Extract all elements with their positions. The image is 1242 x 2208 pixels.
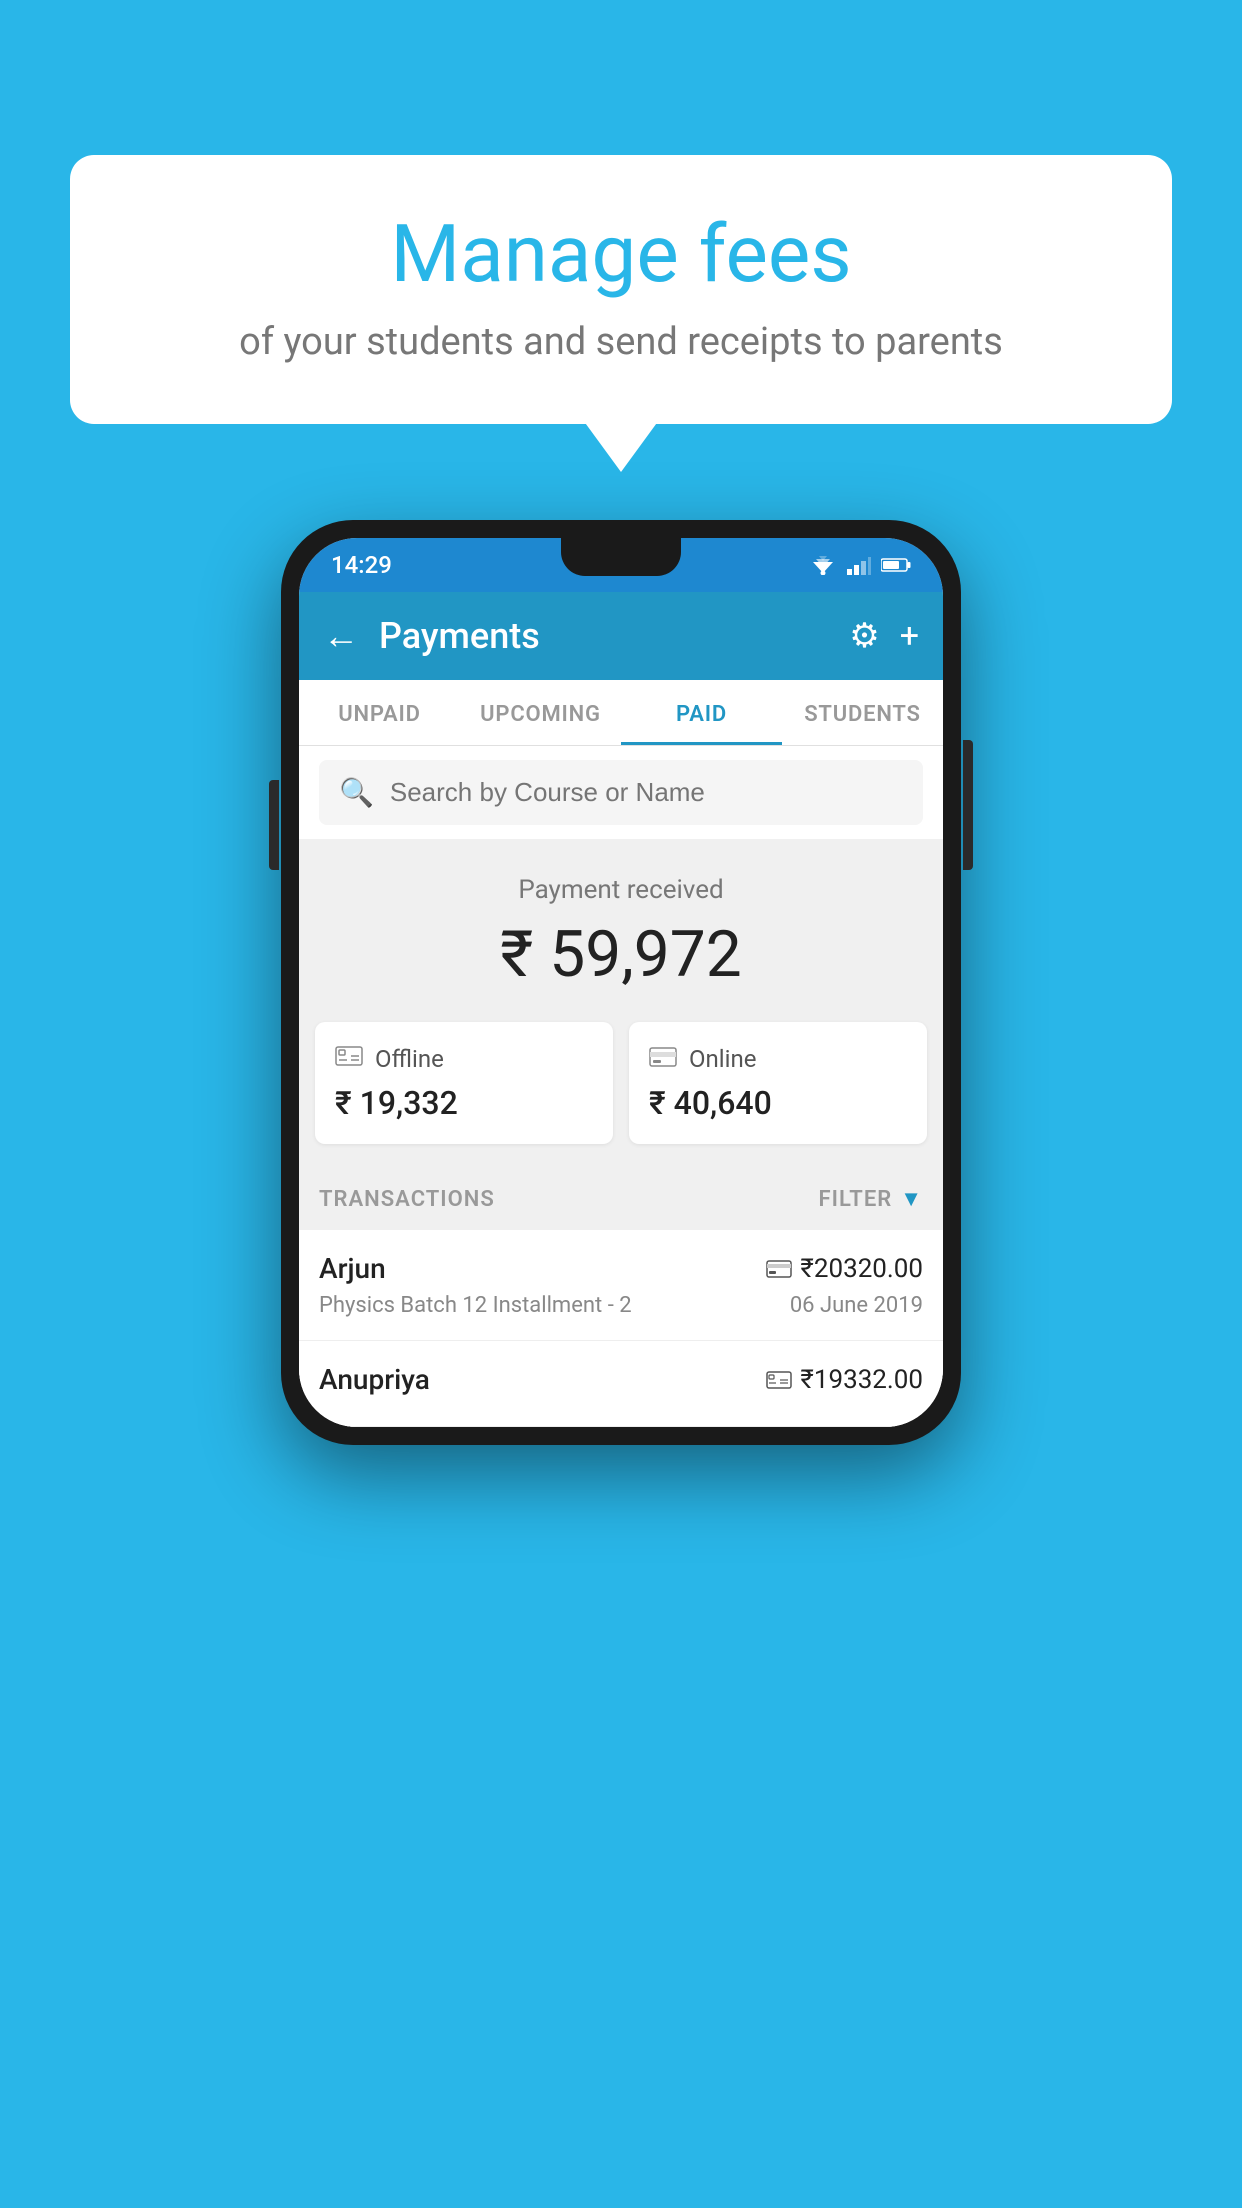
payment-cards: Offline ₹ 19,332 <box>299 1022 943 1168</box>
phone-screen: 14:29 <box>299 538 943 1427</box>
transaction-list: Arjun ₹20320.00 Physics <box>299 1230 943 1427</box>
search-input[interactable] <box>390 777 903 808</box>
payment-received-label: Payment received <box>319 875 923 905</box>
offline-amount: ₹ 19,332 <box>335 1084 593 1122</box>
settings-button[interactable]: ⚙ <box>849 616 879 656</box>
table-row[interactable]: Anupriya ₹19332.00 <box>299 1341 943 1427</box>
transactions-label: TRANSACTIONS <box>319 1187 495 1212</box>
table-row[interactable]: Arjun ₹20320.00 Physics <box>299 1230 943 1341</box>
online-label: Online <box>689 1045 756 1073</box>
status-bar: 14:29 <box>299 538 943 592</box>
wifi-icon <box>809 555 837 575</box>
app-bar: ← Payments ⚙ + <box>299 592 943 680</box>
offline-card: Offline ₹ 19,332 <box>315 1022 613 1144</box>
offline-pay-icon <box>766 1370 792 1390</box>
status-time: 14:29 <box>331 551 392 579</box>
transaction-name: Anupriya <box>319 1363 430 1396</box>
app-bar-actions: ⚙ + <box>849 616 919 656</box>
online-amount: ₹ 40,640 <box>649 1084 907 1122</box>
filter-icon: ▼ <box>900 1186 923 1212</box>
notch <box>561 538 681 576</box>
battery-icon <box>881 557 911 573</box>
filter-label: FILTER <box>819 1187 893 1212</box>
transaction-amount: ₹20320.00 <box>766 1254 923 1284</box>
transactions-header: TRANSACTIONS FILTER ▼ <box>299 1168 943 1230</box>
tab-upcoming[interactable]: UPCOMING <box>460 680 621 745</box>
transaction-row2: Physics Batch 12 Installment - 2 06 June… <box>319 1293 923 1318</box>
online-icon <box>649 1044 677 1074</box>
online-card: Online ₹ 40,640 <box>629 1022 927 1144</box>
transaction-name: Arjun <box>319 1252 386 1285</box>
offline-icon <box>335 1044 363 1074</box>
back-button[interactable]: ← <box>323 615 359 657</box>
phone-outer: 14:29 <box>281 520 961 1445</box>
tabs-bar: UNPAID UPCOMING PAID STUDENTS <box>299 680 943 746</box>
offline-card-header: Offline <box>335 1044 593 1074</box>
card-pay-icon <box>766 1259 792 1279</box>
tab-unpaid[interactable]: UNPAID <box>299 680 460 745</box>
search-container: 🔍 <box>299 746 943 839</box>
app-title: Payments <box>379 615 829 657</box>
phone-wrapper: 14:29 <box>281 520 961 1445</box>
transaction-row1: Anupriya ₹19332.00 <box>319 1363 923 1396</box>
payment-received-amount: ₹ 59,972 <box>319 917 923 992</box>
transaction-amount: ₹19332.00 <box>766 1365 923 1395</box>
bubble-title: Manage fees <box>130 210 1112 298</box>
search-icon: 🔍 <box>339 776 374 809</box>
filter-button[interactable]: FILTER ▼ <box>819 1186 923 1212</box>
add-button[interactable]: + <box>900 616 919 656</box>
bubble-subtitle: of your students and send receipts to pa… <box>130 320 1112 364</box>
transaction-desc: Physics Batch 12 Installment - 2 <box>319 1293 632 1318</box>
speech-bubble: Manage fees of your students and send re… <box>70 155 1172 424</box>
search-bar[interactable]: 🔍 <box>319 760 923 825</box>
status-icons <box>809 555 911 575</box>
transaction-date: 06 June 2019 <box>790 1293 923 1318</box>
speech-bubble-container: Manage fees of your students and send re… <box>70 155 1172 424</box>
tab-paid[interactable]: PAID <box>621 680 782 745</box>
content-area: 🔍 Payment received ₹ 59,972 <box>299 746 943 1427</box>
payment-summary: Payment received ₹ 59,972 <box>299 839 943 1022</box>
signal-icon <box>847 555 871 575</box>
transaction-row1: Arjun ₹20320.00 <box>319 1252 923 1285</box>
offline-label: Offline <box>375 1045 444 1073</box>
online-card-header: Online <box>649 1044 907 1074</box>
tab-students[interactable]: STUDENTS <box>782 680 943 745</box>
